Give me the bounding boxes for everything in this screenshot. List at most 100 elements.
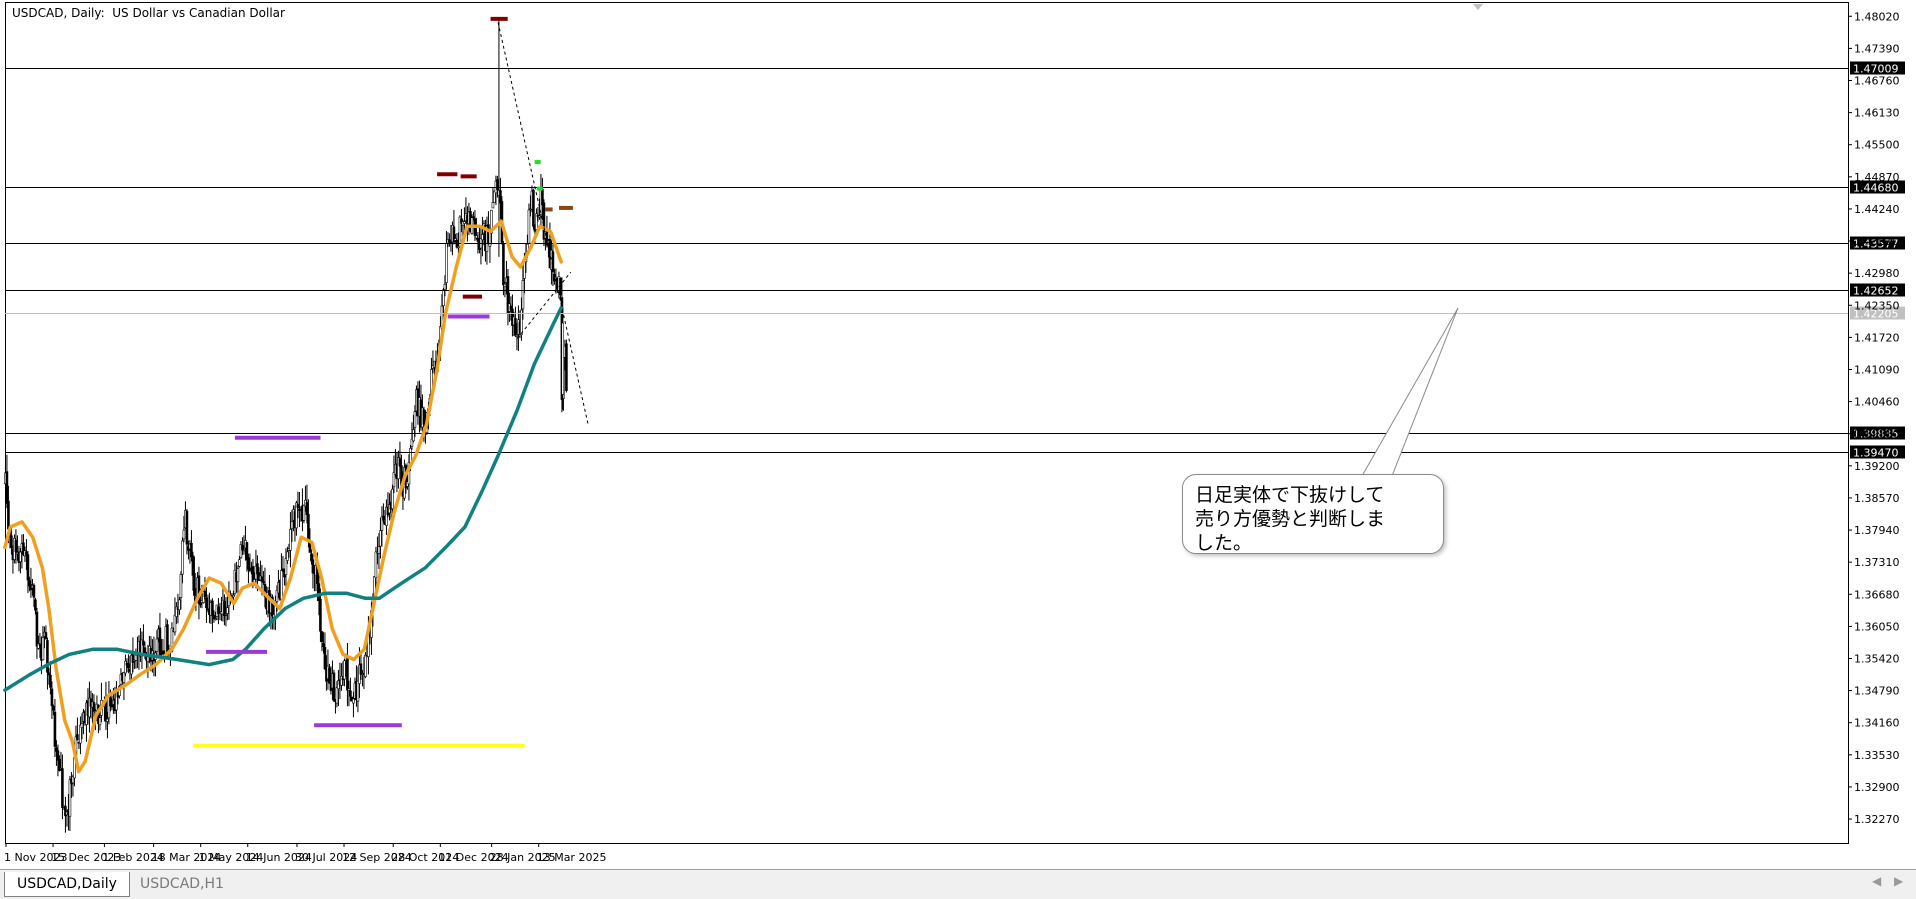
candle-body [247,557,250,570]
candle-body [347,688,351,691]
signal-marker [536,186,543,191]
candle-body [346,658,349,691]
candle-body [245,542,249,561]
candle-body [356,680,360,702]
candle-body [332,672,336,702]
candle-body [323,647,327,670]
candle-body [472,216,475,219]
candle-body [214,618,217,620]
candle-body [134,654,138,661]
chart-tab-bar: USDCAD,Daily USDCAD,H1 ◀ ▶ [0,869,1916,899]
candle-body [377,546,381,554]
candle-body [49,674,52,688]
candle-body [185,510,189,545]
callout-pointer [1361,307,1459,477]
y-axis-label: 1.34790 [1854,685,1900,698]
candle-body [44,632,48,640]
candle-body [50,688,54,707]
candle-body [561,322,565,395]
candle-body [242,549,246,552]
candle-body [238,559,241,567]
candle-body [155,638,159,652]
tab-usdcad-h1[interactable]: USDCAD,H1 [128,872,236,896]
candle-body [352,698,355,704]
candle-body [32,584,36,598]
triangle-right-icon[interactable]: ▶ [1894,874,1903,888]
candle-body [302,505,306,521]
candle-body [212,614,216,620]
candle-body [223,601,226,617]
candle-body [47,672,51,676]
y-axis-label: 1.32270 [1854,813,1900,826]
candle-body [538,215,541,218]
trendline [497,22,589,424]
candle-body [503,283,507,287]
candle-body [166,624,169,654]
candle-body [442,289,445,307]
y-axis-label: 1.46130 [1854,107,1900,120]
candle-body [515,334,519,337]
candle-body [68,779,72,817]
candle-body [248,569,252,571]
y-axis-label: 1.41090 [1854,363,1900,376]
y-axis-label: 1.40460 [1854,396,1900,409]
candle-body [488,231,492,247]
candle-body [241,544,244,551]
y-axis-label: 1.37940 [1854,524,1900,537]
candle-body [158,627,162,656]
candle-body [280,570,283,600]
y-axis-label: 1.39830 [1854,428,1900,441]
y-axis-label: 1.36050 [1854,620,1900,633]
y-axis-label: 1.44240 [1854,203,1900,216]
candle-body [340,676,343,686]
annotation-callout[interactable]: 日足実体で下抜けして 売り方優勢と判断しま した。 [1182,474,1444,554]
candle-body [52,705,55,711]
candle-body [80,723,84,728]
candle-body [476,237,480,242]
y-axis-label: 1.34160 [1854,717,1900,730]
candle-body [443,283,447,290]
chart-window: 1.47009 1.44680 1.43577 1.42652 1.42205 1.398… [0,0,1916,899]
candle-body [178,599,181,611]
candle-body [143,647,147,655]
candle-body [374,551,378,579]
candle-body [413,411,417,428]
candle-body [98,717,102,726]
candle-body [41,637,45,661]
tab-usdcad-daily[interactable]: USDCAD,Daily [4,872,130,897]
candle-body [10,535,13,548]
candle-body [53,711,57,747]
y-axis-label: 1.45500 [1854,139,1900,152]
candle-body [203,590,207,597]
candle-body [349,690,352,697]
candle-body [262,581,265,583]
candle-body [307,514,310,540]
y-axis-label: 1.41720 [1854,331,1900,344]
triangle-left-icon[interactable]: ◀ [1872,874,1881,888]
signal-marker [534,160,541,165]
candle-body [232,594,235,598]
candle-body [127,663,130,669]
candle-body [205,597,208,609]
y-axis-label: 1.35420 [1854,652,1900,665]
y-axis-label: 1.39200 [1854,460,1900,473]
candle-body [364,654,367,677]
candle-body [211,600,214,616]
candle-body [359,663,363,675]
candle-body [502,243,505,286]
candle-body [191,555,195,576]
candle-body [317,583,321,602]
candle-body [190,542,193,558]
candle-body [514,318,517,336]
y-axis-label: 1.42350 [1854,299,1900,312]
candle-body [193,573,196,596]
candle-body [181,540,184,575]
candle-body [182,529,186,540]
candle-body [475,235,478,239]
y-axis-label: 1.33530 [1854,749,1900,762]
price-tag-label: 1.39470 [1853,447,1899,460]
price-chart[interactable]: 1.470091.446801.435771.426521.422051.398… [0,0,1916,869]
candle-body [311,559,315,574]
y-axis-label: 1.37310 [1854,556,1900,569]
candle-body [322,643,325,648]
